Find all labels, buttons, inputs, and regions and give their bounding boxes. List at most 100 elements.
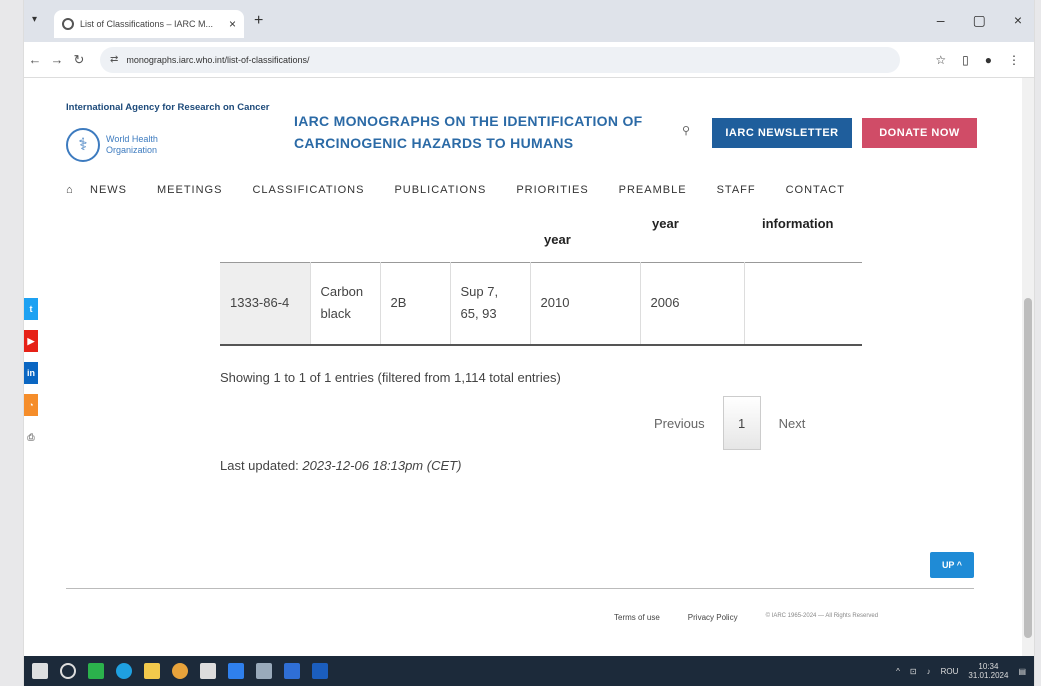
close-window-icon[interactable]: × [1014, 12, 1022, 29]
cell-info [744, 262, 862, 346]
volume-line1: Sup 7, [460, 284, 499, 300]
rss-icon[interactable]: ◔ [24, 394, 38, 416]
word-icon[interactable] [312, 663, 328, 679]
browser-toolbar: ← → ↻ ⇄ monographs.iarc.who.int/list-of-… [24, 42, 1034, 78]
cell-eval-year: 2006 [640, 262, 745, 346]
web-page: International Agency for Research on Can… [24, 78, 1034, 656]
clock-date: 31.01.2024 [968, 671, 1009, 680]
nav-meetings[interactable]: MEETINGS [157, 184, 222, 196]
footer: Terms of use Privacy Policy © IARC 1965-… [614, 613, 878, 622]
sidepanel-icon[interactable]: ▯ [962, 53, 969, 67]
table-row: 1333-86-4 Carbon black 2B Sup 7, 65, 93 … [220, 262, 862, 346]
nav-contact[interactable]: CONTACT [786, 184, 845, 196]
url-text: monographs.iarc.who.int/list-of-classifi… [126, 54, 310, 65]
previous-button[interactable]: Previous [636, 416, 723, 431]
globe-icon [62, 18, 74, 30]
search-icon[interactable]: ⚲ [682, 124, 690, 137]
clock-time: 10:34 [978, 662, 999, 671]
nav-preamble[interactable]: PREAMBLE [619, 184, 687, 196]
linkedin-icon[interactable]: in [24, 362, 38, 384]
who-line1: World Health [106, 134, 158, 144]
profile-icon[interactable]: ● [985, 53, 992, 67]
header-additional-information[interactable]: information [762, 216, 834, 231]
taskbar-search-icon[interactable] [60, 663, 76, 679]
entries-info: Showing 1 to 1 of 1 entries (filtered fr… [220, 370, 561, 385]
volume-line2: 65, 93 [460, 306, 497, 322]
chrome-icon[interactable] [172, 663, 188, 679]
copyright: © IARC 1965-2024 — All Rights Reserved [765, 613, 879, 619]
page-1-button[interactable]: 1 [722, 396, 761, 450]
next-button[interactable]: Next [761, 416, 824, 431]
who-line2: Organization [106, 145, 158, 155]
share-bar: t ▶ in ◔ ⎙ [24, 298, 38, 448]
nav-priorities[interactable]: PRIORITIES [516, 184, 588, 196]
volume-icon[interactable]: ♪ [927, 667, 931, 676]
agency-name[interactable]: International Agency for Research on Can… [66, 102, 269, 113]
edge-icon[interactable] [116, 663, 132, 679]
taskbar-app-icon[interactable] [88, 663, 104, 679]
close-tab-icon[interactable]: × [229, 17, 236, 31]
site-title[interactable]: IARC MONOGRAPHS ON THE IDENTIFICATION OF… [294, 110, 643, 154]
who-logo[interactable]: ⚕ World Health Organization [66, 128, 158, 162]
youtube-icon[interactable]: ▶ [24, 330, 38, 352]
cell-pub-year: 2010 [530, 262, 641, 346]
tab-search-icon[interactable]: ▾ [32, 14, 37, 25]
nav-news[interactable]: NEWS [90, 184, 127, 196]
pagination: Previous 1 Next [636, 396, 823, 450]
nav-classifications[interactable]: CLASSIFICATIONS [252, 184, 364, 196]
cell-volume[interactable]: Sup 7, 65, 93 [450, 262, 531, 346]
windows-start-icon[interactable] [32, 663, 48, 679]
cell-group: 2B [380, 262, 451, 346]
home-icon[interactable]: ⌂ [66, 184, 90, 196]
page-scrollbar[interactable] [1022, 78, 1034, 656]
newsletter-button[interactable]: IARC NEWSLETTER [712, 118, 852, 148]
maximize-icon[interactable]: ▢ [973, 12, 986, 29]
donate-button[interactable]: DONATE NOW [862, 118, 977, 148]
new-tab-icon[interactable]: + [254, 12, 263, 30]
taskbar-app2-icon[interactable] [256, 663, 272, 679]
mail-icon[interactable] [228, 663, 244, 679]
store-icon[interactable] [200, 663, 216, 679]
toolbar-right: ☆ ▯ ● ⋮ [935, 53, 1034, 67]
file-explorer-icon[interactable] [144, 663, 160, 679]
system-tray: ^ ⊡ ♪ ROU 10:34 31.01.2024 ▤ [896, 662, 1026, 680]
forward-icon[interactable]: → [46, 52, 68, 67]
nav-publications[interactable]: PUBLICATIONS [394, 184, 486, 196]
agent-line1: Carbon [320, 284, 364, 300]
menu-icon[interactable]: ⋮ [1008, 53, 1020, 67]
address-bar[interactable]: ⇄ monographs.iarc.who.int/list-of-classi… [100, 46, 900, 73]
back-icon[interactable]: ← [24, 52, 46, 67]
nav-staff[interactable]: STAFF [717, 184, 756, 196]
privacy-link[interactable]: Privacy Policy [688, 613, 738, 622]
notifications-icon[interactable]: ▤ [1018, 667, 1026, 676]
browser-tab[interactable]: List of Classifications – IARC M... × [54, 10, 244, 38]
last-updated-value: 2023-12-06 18:13pm (CET) [302, 458, 462, 473]
last-updated-label: Last updated: [220, 458, 299, 473]
cell-cas: 1333-86-4 [220, 262, 311, 346]
reload-icon[interactable]: ↻ [68, 52, 90, 68]
minimize-icon[interactable]: – [937, 12, 945, 29]
classifications-table: 1333-86-4 Carbon black 2B Sup 7, 65, 93 … [220, 262, 862, 346]
site-title-line2: CARCINOGENIC HAZARDS TO HUMANS [294, 135, 574, 151]
window-controls: – ▢ × [937, 12, 1022, 29]
site-title-line1: IARC MONOGRAPHS ON THE IDENTIFICATION OF [294, 113, 643, 129]
network-icon[interactable]: ⊡ [910, 667, 917, 676]
clock[interactable]: 10:34 31.01.2024 [968, 662, 1008, 680]
browser-tab-strip: ▾ List of Classifications – IARC M... × … [24, 0, 1034, 42]
tray-chevron-icon[interactable]: ^ [896, 667, 900, 676]
back-to-top-button[interactable]: UP ^ [930, 552, 974, 578]
terms-link[interactable]: Terms of use [614, 613, 660, 622]
site-info-icon[interactable]: ⇄ [110, 54, 118, 65]
header-evaluation-year[interactable]: year [652, 216, 679, 231]
screenshot-frame: ▾ List of Classifications – IARC M... × … [24, 0, 1034, 686]
print-icon[interactable]: ⎙ [24, 426, 38, 448]
language-indicator[interactable]: ROU [941, 667, 959, 676]
outlook-icon[interactable] [284, 663, 300, 679]
scrollbar-thumb[interactable] [1024, 298, 1032, 638]
main-nav: ⌂ NEWS MEETINGS CLASSIFICATIONS PUBLICAT… [66, 184, 875, 196]
footer-divider [66, 588, 974, 589]
bookmark-star-icon[interactable]: ☆ [935, 53, 946, 67]
header-publication-year[interactable]: year [544, 232, 571, 247]
cell-agent[interactable]: Carbon black [310, 262, 381, 346]
twitter-icon[interactable]: t [24, 298, 38, 320]
